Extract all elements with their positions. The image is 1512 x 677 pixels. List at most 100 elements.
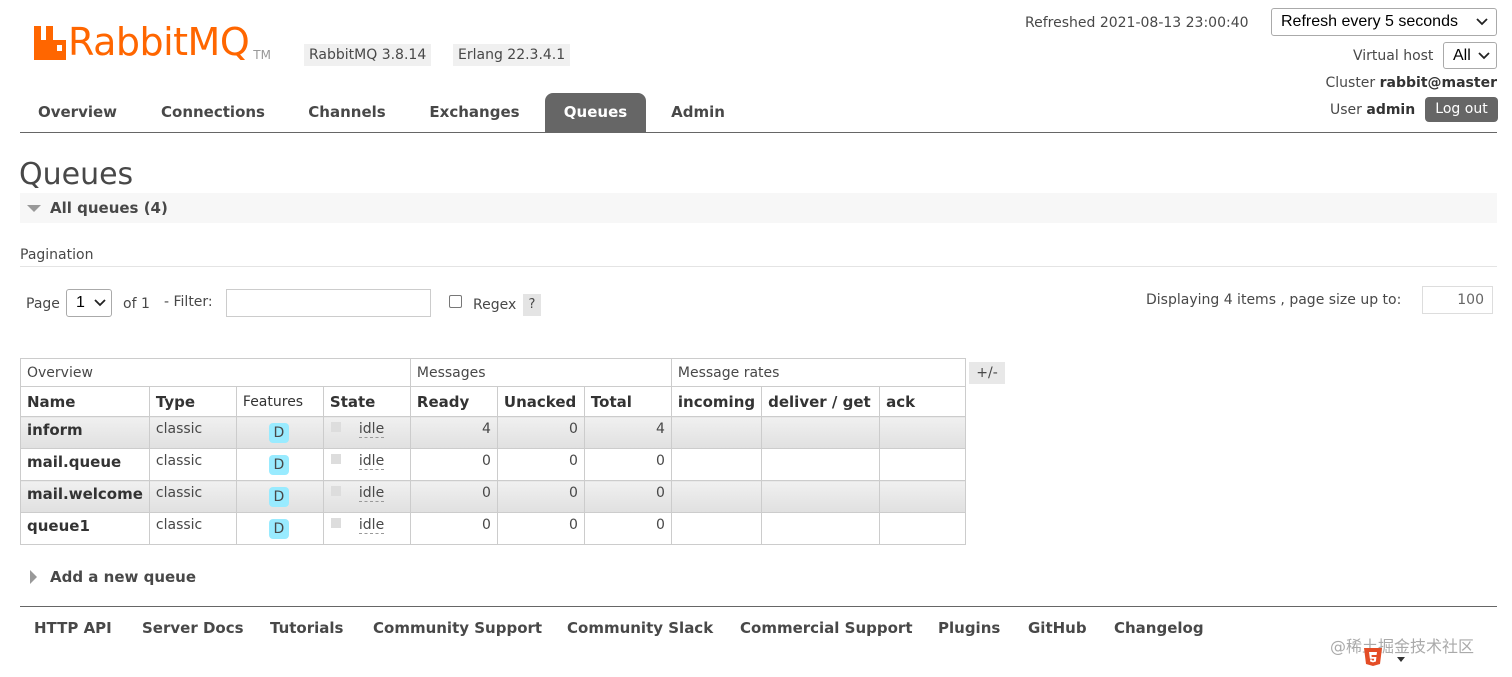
group-header-message-rates: Message rates — [670, 358, 967, 387]
rate-deliver-get — [761, 512, 881, 545]
column-options-button[interactable]: +/- — [969, 362, 1005, 384]
queue-name-link[interactable]: mail.welcome — [20, 480, 150, 513]
footer-link-commercial-support[interactable]: Commercial Support — [740, 618, 913, 638]
state-text: idle — [358, 485, 385, 502]
queues-table: Overview Messages Message rates Name Typ… — [20, 358, 967, 545]
rate-incoming — [670, 416, 763, 449]
messages-ready: 0 — [409, 480, 498, 513]
footer-link-github[interactable]: GitHub — [1028, 618, 1087, 638]
html5-icon — [1362, 647, 1384, 667]
watermark: @稀土掘金技术社区 — [1330, 637, 1475, 656]
state-text: idle — [358, 517, 385, 534]
filter-label: - Filter: — [164, 294, 213, 310]
state-indicator-icon — [330, 422, 341, 432]
footer-link-http-api[interactable]: HTTP API — [34, 618, 112, 638]
queue-type: classic — [148, 416, 237, 449]
table-row: queue1 classic D idle 0 0 0 — [20, 512, 967, 545]
column-header-name[interactable]: Name — [20, 386, 150, 417]
filter-input[interactable] — [226, 289, 431, 317]
state-text: idle — [358, 421, 385, 438]
messages-ready: 0 — [409, 512, 498, 545]
virtual-host-label: Virtual host — [1353, 48, 1434, 64]
rate-ack — [879, 416, 967, 449]
column-header-unacked[interactable]: Unacked — [496, 386, 585, 417]
messages-unacked: 0 — [496, 480, 585, 513]
queue-features: D — [235, 512, 324, 545]
page-title: Queues — [19, 157, 134, 192]
section-title: All queues (4) — [50, 199, 168, 217]
rate-incoming — [670, 448, 763, 481]
state-indicator-icon — [330, 454, 341, 464]
queue-name-link[interactable]: inform — [20, 416, 150, 449]
tab-overview[interactable]: Overview — [20, 93, 135, 132]
column-header-features: Features — [235, 386, 324, 417]
chevron-down-icon — [1478, 51, 1490, 59]
group-header-overview: Overview — [20, 358, 411, 387]
queue-name-link[interactable]: queue1 — [20, 512, 150, 545]
queue-features: D — [235, 416, 324, 449]
column-header-incoming[interactable]: incoming — [670, 386, 763, 417]
column-header-ready[interactable]: Ready — [409, 386, 498, 417]
queue-name-link[interactable]: mail.queue — [20, 448, 150, 481]
rabbitmq-logo[interactable]: RabbitMQ TM — [34, 22, 271, 66]
cluster-info: Cluster rabbit@master — [1325, 73, 1497, 93]
rate-ack — [879, 448, 967, 481]
pagination-divider — [20, 266, 1497, 267]
page-number-select[interactable]: 1 — [66, 289, 112, 317]
add-queue-section-toggle[interactable]: Add a new queue — [30, 567, 196, 587]
footer-link-community-slack[interactable]: Community Slack — [567, 618, 713, 638]
queue-state: idle — [322, 480, 411, 513]
refresh-interval-select[interactable]: Refresh every 5 seconds — [1271, 8, 1497, 36]
footer-divider — [20, 606, 1497, 607]
footer-link-tutorials[interactable]: Tutorials — [270, 618, 343, 638]
triangle-right-icon — [30, 570, 37, 584]
erlang-version-badge: Erlang 22.3.4.1 — [453, 44, 571, 66]
queue-type: classic — [148, 480, 237, 513]
rate-deliver-get — [761, 480, 881, 513]
queue-state: idle — [322, 448, 411, 481]
rabbitmq-logo-icon — [34, 26, 66, 60]
durable-badge: D — [268, 519, 289, 539]
tab-queues[interactable]: Queues — [545, 93, 646, 132]
caret-down-icon[interactable] — [1397, 657, 1405, 663]
chevron-down-icon — [94, 299, 106, 307]
column-header-state[interactable]: State — [322, 386, 411, 417]
virtual-host-value: All — [1453, 46, 1471, 64]
regex-checkbox[interactable] — [449, 295, 462, 308]
messages-total: 0 — [583, 512, 672, 545]
page-count-label: of 1 — [123, 296, 150, 312]
regex-help-button[interactable]: ? — [523, 294, 541, 316]
footer-link-community-support[interactable]: Community Support — [373, 618, 542, 638]
tab-exchanges[interactable]: Exchanges — [415, 93, 534, 132]
tab-admin[interactable]: Admin — [660, 93, 736, 132]
tab-connections[interactable]: Connections — [150, 93, 276, 132]
footer-link-changelog[interactable]: Changelog — [1114, 618, 1204, 638]
state-text: idle — [358, 453, 385, 470]
triangle-down-icon — [27, 205, 41, 212]
messages-ready: 4 — [409, 416, 498, 449]
messages-ready: 0 — [409, 448, 498, 481]
messages-unacked: 0 — [496, 512, 585, 545]
durable-badge: D — [268, 423, 289, 443]
column-header-ack[interactable]: ack — [879, 386, 967, 417]
queue-features: D — [235, 448, 324, 481]
footer-link-server-docs[interactable]: Server Docs — [142, 618, 244, 638]
logo-trademark: TM — [253, 48, 271, 62]
column-header-type[interactable]: Type — [148, 386, 237, 417]
column-header-total[interactable]: Total — [583, 386, 672, 417]
page-label: Page — [26, 296, 60, 312]
rate-ack — [879, 480, 967, 513]
state-indicator-icon — [330, 486, 341, 496]
pagination-heading: Pagination — [20, 247, 94, 263]
queue-type: classic — [148, 448, 237, 481]
rabbitmq-version-badge: RabbitMQ 3.8.14 — [304, 44, 432, 66]
page-size-input[interactable]: 100 — [1422, 286, 1493, 314]
column-header-deliver-get[interactable]: deliver / get — [761, 386, 881, 417]
footer-link-plugins[interactable]: Plugins — [938, 618, 1000, 638]
all-queues-section-toggle[interactable]: All queues (4) — [20, 193, 1497, 223]
displaying-count-label: Displaying 4 items , page size up to: — [1146, 292, 1402, 308]
state-indicator-icon — [330, 518, 341, 528]
tab-channels[interactable]: Channels — [295, 93, 399, 132]
queue-features: D — [235, 480, 324, 513]
virtual-host-select[interactable]: All — [1443, 42, 1497, 69]
